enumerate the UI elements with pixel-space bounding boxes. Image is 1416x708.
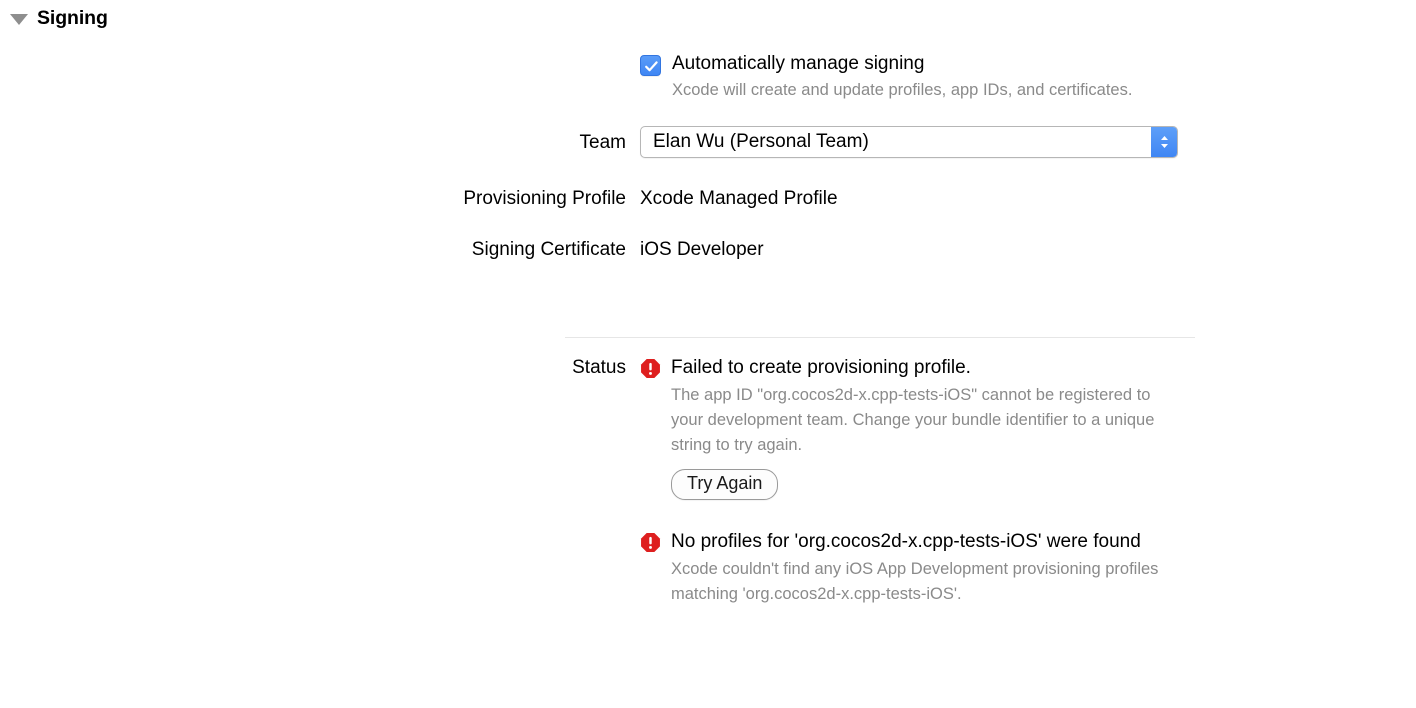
signing-form: Automatically manage signing Xcode will … bbox=[0, 52, 1416, 262]
team-row: Team Elan Wu (Personal Team) bbox=[0, 126, 1416, 159]
error-octagon-icon bbox=[641, 359, 660, 378]
auto-manage-signing-row: Automatically manage signing Xcode will … bbox=[0, 52, 1416, 103]
auto-manage-signing-label: Automatically manage signing bbox=[672, 53, 925, 74]
status-item: No profiles for 'org.cocos2d-x.cpp-tests… bbox=[640, 529, 1416, 607]
status-list: Failed to create provisioning profile. T… bbox=[640, 355, 1416, 608]
triangle-down-icon[interactable] bbox=[10, 13, 28, 25]
status-item: Failed to create provisioning profile. T… bbox=[640, 355, 1416, 501]
provisioning-profile-label: Provisioning Profile bbox=[463, 188, 626, 210]
status-row: Status Failed to create provisioning pro… bbox=[0, 355, 1416, 608]
section-divider bbox=[565, 337, 1195, 338]
auto-manage-signing-description: Xcode will create and update profiles, a… bbox=[672, 80, 1133, 99]
status-title: No profiles for 'org.cocos2d-x.cpp-tests… bbox=[671, 531, 1141, 553]
chevron-up-down-icon[interactable] bbox=[1151, 127, 1177, 158]
auto-manage-signing-block: Automatically manage signing Xcode will … bbox=[640, 52, 1416, 103]
status-title: Failed to create provisioning profile. bbox=[671, 357, 971, 378]
page-title: Signing bbox=[37, 6, 108, 29]
status-area: Status Failed to create provisioning pro… bbox=[0, 355, 1416, 608]
signing-certificate-row: Signing Certificate iOS Developer bbox=[0, 237, 1416, 262]
team-label: Team bbox=[579, 131, 626, 153]
status-description: The app ID "org.cocos2d-x.cpp-tests-iOS"… bbox=[671, 386, 1155, 455]
team-dropdown-value: Elan Wu (Personal Team) bbox=[653, 131, 869, 153]
auto-manage-signing-value: Automatically manage signing Xcode will … bbox=[640, 52, 1416, 103]
signing-certificate-label: Signing Certificate bbox=[471, 239, 626, 261]
status-text-block: Failed to create provisioning profile. T… bbox=[671, 355, 1165, 501]
status-text-block: No profiles for 'org.cocos2d-x.cpp-tests… bbox=[671, 529, 1165, 607]
checkmark-icon bbox=[645, 61, 658, 72]
chevron-up-down-glyph bbox=[1160, 136, 1168, 149]
team-dropdown[interactable]: Elan Wu (Personal Team) bbox=[640, 126, 1178, 159]
auto-manage-signing-text: Automatically manage signing Xcode will … bbox=[672, 52, 1132, 103]
signing-certificate-value: iOS Developer bbox=[640, 239, 764, 261]
status-description: Xcode couldn't find any iOS App Developm… bbox=[671, 560, 1159, 604]
signing-section-header[interactable]: Signing bbox=[0, 0, 108, 36]
error-octagon-icon bbox=[641, 533, 660, 553]
try-again-button[interactable]: Try Again bbox=[671, 468, 779, 501]
provisioning-profile-value: Xcode Managed Profile bbox=[640, 188, 838, 210]
team-value-col: Elan Wu (Personal Team) bbox=[640, 126, 1416, 159]
provisioning-profile-row: Provisioning Profile Xcode Managed Profi… bbox=[0, 186, 1416, 211]
auto-manage-signing-checkbox[interactable] bbox=[640, 55, 661, 76]
status-label: Status bbox=[572, 357, 626, 378]
